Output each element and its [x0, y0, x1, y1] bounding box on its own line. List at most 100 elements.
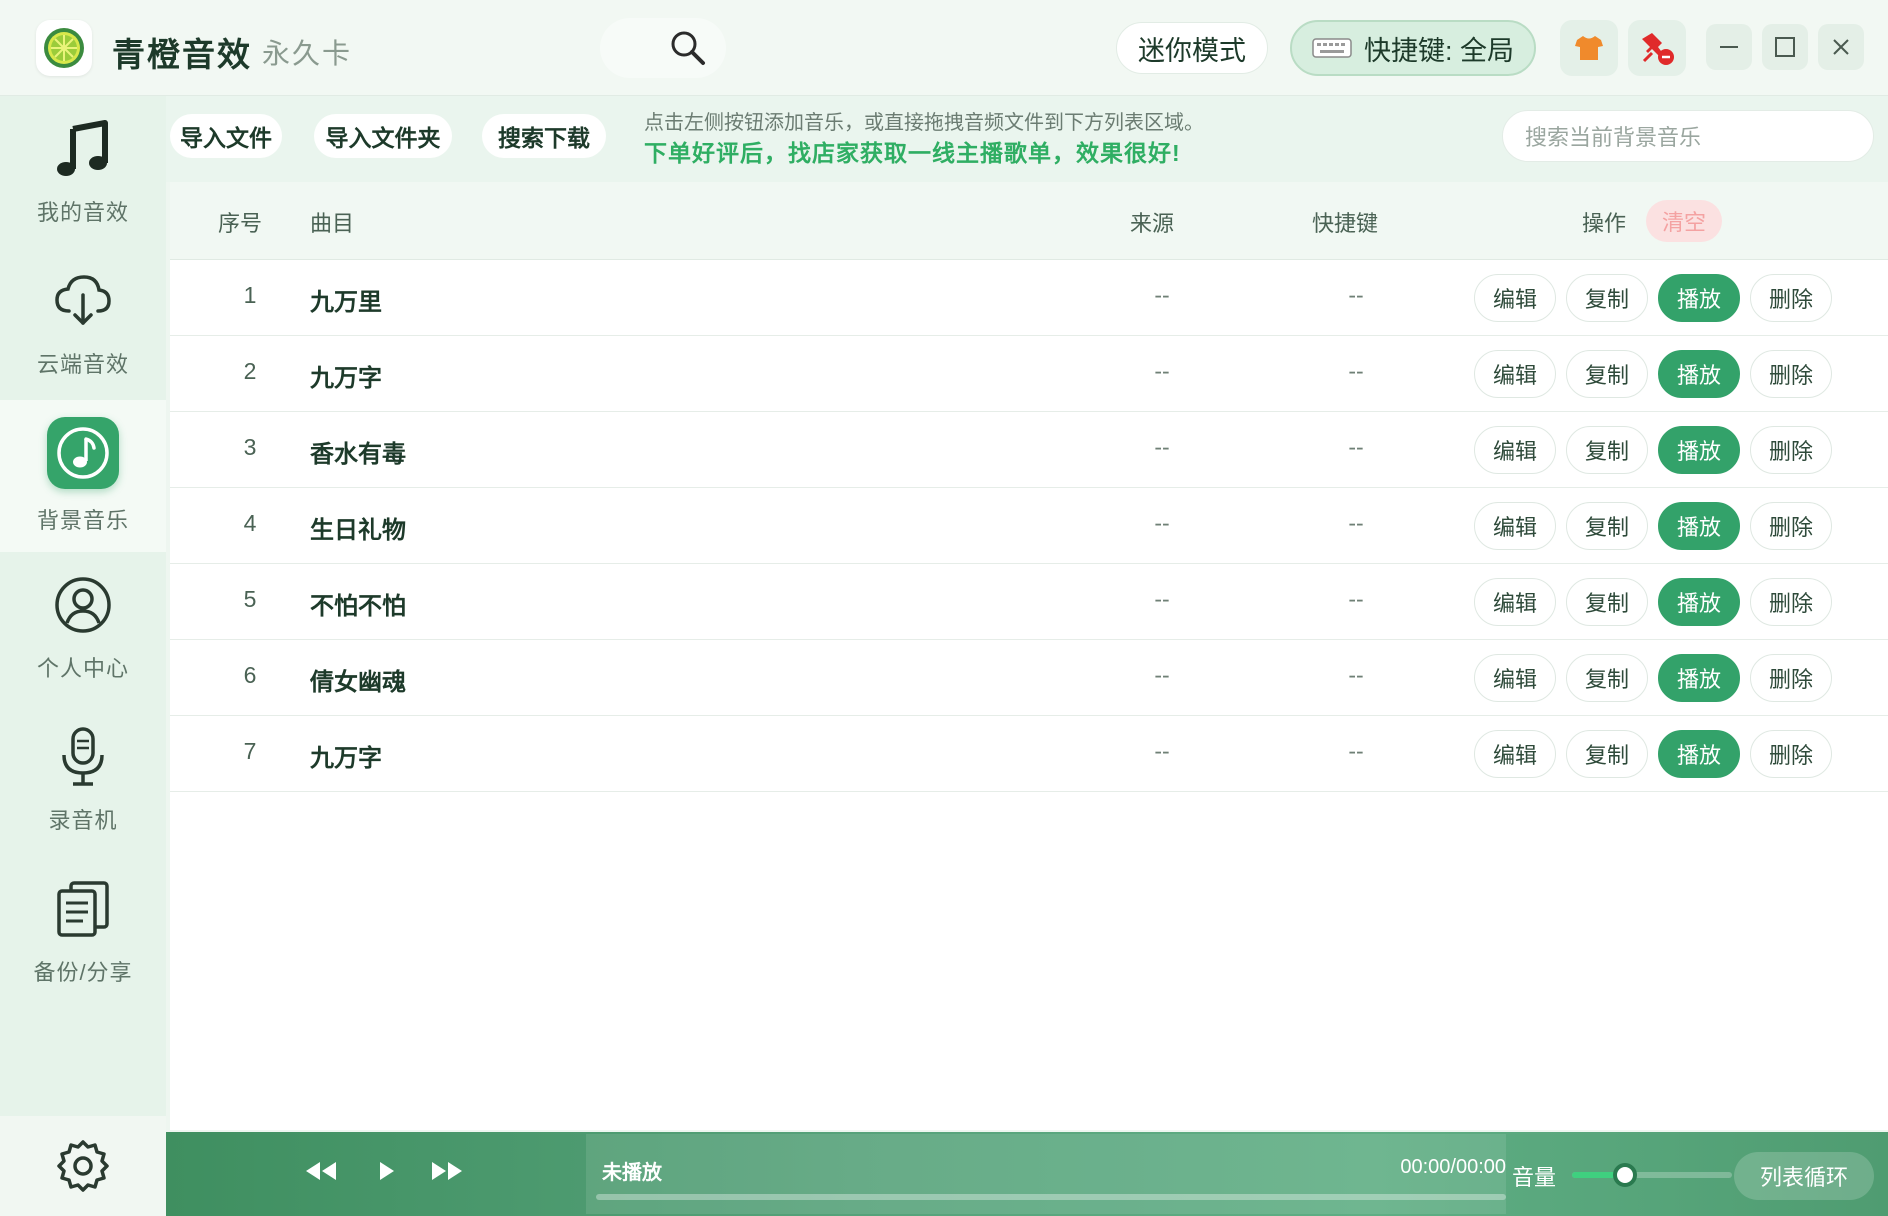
row-source: --: [1154, 586, 1170, 612]
play-button[interactable]: 播放: [1658, 578, 1740, 626]
maximize-icon: [1775, 37, 1795, 57]
import-file-button[interactable]: 导入文件: [170, 114, 282, 158]
row-source: --: [1154, 434, 1170, 460]
play-button[interactable]: 播放: [1658, 654, 1740, 702]
row-index: 5: [243, 586, 257, 612]
sidebar-item-cloud-effects[interactable]: 云端音效: [0, 248, 166, 400]
delete-button[interactable]: 删除: [1750, 578, 1832, 626]
volume-slider[interactable]: [1572, 1163, 1732, 1187]
copy-button[interactable]: 复制: [1566, 502, 1648, 550]
volume-knob[interactable]: [1612, 1163, 1637, 1187]
close-icon: [1833, 39, 1849, 55]
title-bar: 青橙音效 永久卡 迷你模式 快捷键: 全局: [0, 0, 1888, 96]
sidebar-item-label: 个人中心: [36, 656, 129, 681]
row-source: --: [1154, 510, 1170, 536]
no-pin-icon: [1642, 33, 1674, 65]
cloud-download-icon: [51, 269, 115, 333]
play-icon: [380, 1162, 394, 1180]
previous-button[interactable]: [302, 1154, 342, 1188]
row-title: 倩女幽魂: [310, 669, 406, 696]
edit-button[interactable]: 编辑: [1474, 426, 1556, 474]
row-source: --: [1154, 662, 1170, 688]
edit-button[interactable]: 编辑: [1474, 578, 1556, 626]
row-index: 7: [243, 738, 257, 764]
delete-button[interactable]: 删除: [1750, 502, 1832, 550]
pin-toggle-button[interactable]: [1628, 20, 1686, 76]
play-button[interactable]: 播放: [1658, 426, 1740, 474]
app-logo-icon: [36, 20, 92, 76]
progress-bar[interactable]: [596, 1194, 1506, 1200]
copy-button[interactable]: 复制: [1566, 274, 1648, 322]
sidebar-item-profile[interactable]: 个人中心: [0, 552, 166, 704]
edit-button[interactable]: 编辑: [1474, 502, 1556, 550]
play-pause-button[interactable]: [370, 1154, 404, 1188]
row-index: 4: [243, 510, 257, 536]
loop-mode-button[interactable]: 列表循环: [1734, 1152, 1874, 1200]
delete-button[interactable]: 删除: [1750, 274, 1832, 322]
delete-button[interactable]: 删除: [1750, 350, 1832, 398]
table-row[interactable]: 5 不怕不怕 -- -- 编辑 复制 播放 删除: [170, 564, 1888, 640]
edit-button[interactable]: 编辑: [1474, 730, 1556, 778]
edit-button[interactable]: 编辑: [1474, 350, 1556, 398]
delete-button[interactable]: 删除: [1750, 730, 1832, 778]
sidebar-item-recorder[interactable]: 录音机: [0, 704, 166, 856]
minimize-button[interactable]: [1706, 24, 1752, 70]
table-row[interactable]: 3 香水有毒 -- -- 编辑 复制 播放 删除: [170, 412, 1888, 488]
header-search-button[interactable]: [600, 18, 726, 78]
close-button[interactable]: [1818, 24, 1864, 70]
copy-button[interactable]: 复制: [1566, 654, 1648, 702]
table-row[interactable]: 7 九万字 -- -- 编辑 复制 播放 删除: [170, 716, 1888, 792]
edit-button[interactable]: 编辑: [1474, 274, 1556, 322]
copy-button[interactable]: 复制: [1566, 578, 1648, 626]
table-row[interactable]: 6 倩女幽魂 -- -- 编辑 复制 播放 删除: [170, 640, 1888, 716]
sidebar-item-bgm[interactable]: 背景音乐: [0, 400, 166, 552]
sidebar-item-label: 云端音效: [36, 352, 129, 377]
track-time: 00:00/00:00: [1400, 1156, 1506, 1178]
settings-button[interactable]: [0, 1116, 166, 1216]
table-row[interactable]: 4 生日礼物 -- -- 编辑 复制 播放 删除: [170, 488, 1888, 564]
search-icon: [671, 31, 705, 65]
minimize-icon: [1720, 46, 1738, 48]
rewind-icon: [306, 1162, 336, 1180]
row-hotkey: --: [1348, 282, 1364, 308]
next-button[interactable]: [426, 1154, 466, 1188]
sidebar-item-backup-share[interactable]: 备份/分享: [0, 856, 166, 1008]
play-button[interactable]: 播放: [1658, 502, 1740, 550]
volume-label: 音量: [1512, 1165, 1557, 1190]
microphone-icon: [51, 725, 115, 789]
header-index: 序号: [218, 211, 263, 236]
play-button[interactable]: 播放: [1658, 274, 1740, 322]
gear-icon: [57, 1140, 109, 1192]
play-button[interactable]: 播放: [1658, 350, 1740, 398]
track-status: 未播放: [602, 1162, 662, 1184]
music-table: 序号 曲目 来源 快捷键 操作 清空 1 九万里 -- -- 编辑 复制 播放 …: [170, 182, 1888, 1130]
player-bar: 未播放 00:00/00:00 音量 列表循环: [166, 1132, 1888, 1216]
header-ops: 操作: [1582, 211, 1627, 236]
skin-button[interactable]: [1560, 20, 1618, 76]
hotkey-global-button[interactable]: 快捷键: 全局: [1290, 20, 1536, 76]
delete-button[interactable]: 删除: [1750, 654, 1832, 702]
delete-button[interactable]: 删除: [1750, 426, 1832, 474]
sidebar-item-label: 备份/分享: [33, 960, 133, 985]
mini-mode-button[interactable]: 迷你模式: [1116, 22, 1268, 74]
table-row[interactable]: 2 九万字 -- -- 编辑 复制 播放 删除: [170, 336, 1888, 412]
search-download-button[interactable]: 搜索下载: [482, 114, 606, 158]
play-button[interactable]: 播放: [1658, 730, 1740, 778]
hotkey-label: 快捷键: 全局: [1363, 35, 1514, 66]
clear-list-button[interactable]: 清空: [1646, 200, 1722, 242]
documents-icon: [51, 877, 115, 941]
copy-button[interactable]: 复制: [1566, 730, 1648, 778]
row-index: 1: [243, 282, 257, 308]
table-row[interactable]: 1 九万里 -- -- 编辑 复制 播放 删除: [170, 260, 1888, 336]
music-disc-icon: [47, 417, 119, 489]
row-hotkey: --: [1348, 358, 1364, 384]
row-hotkey: --: [1348, 738, 1364, 764]
copy-button[interactable]: 复制: [1566, 350, 1648, 398]
edit-button[interactable]: 编辑: [1474, 654, 1556, 702]
import-folder-button[interactable]: 导入文件夹: [314, 114, 452, 158]
copy-button[interactable]: 复制: [1566, 426, 1648, 474]
sidebar-item-my-effects[interactable]: 我的音效: [0, 96, 166, 248]
maximize-button[interactable]: [1762, 24, 1808, 70]
bgm-search-input[interactable]: 搜索当前背景音乐: [1502, 110, 1874, 162]
sidebar-item-label: 我的音效: [36, 200, 129, 225]
